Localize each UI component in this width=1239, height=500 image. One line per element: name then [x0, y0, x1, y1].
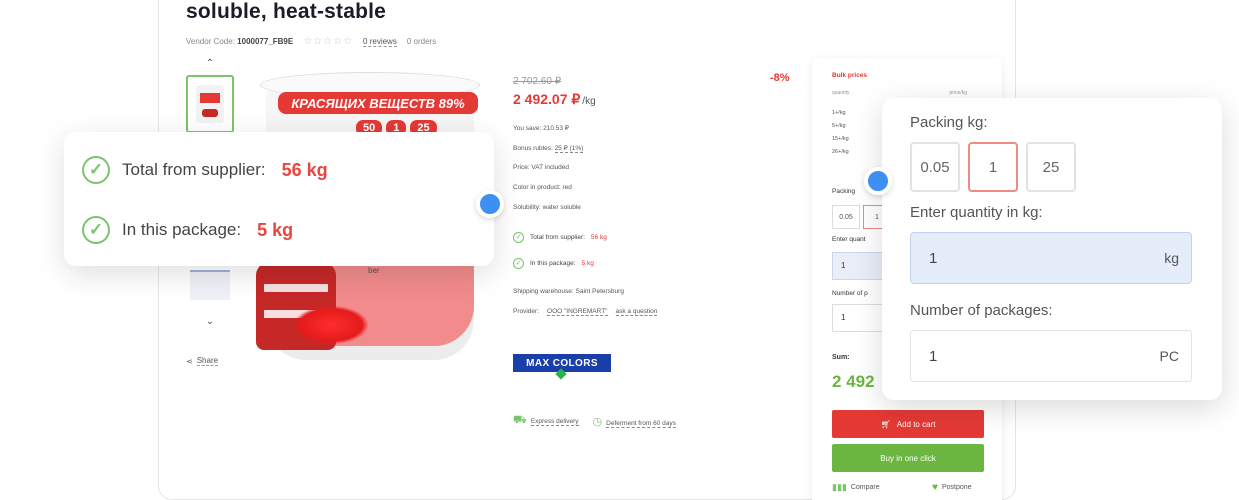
reviews-link[interactable]: 0 reviews — [363, 37, 397, 47]
packing-option-1[interactable]: 1 — [968, 142, 1018, 192]
postpone-button[interactable]: ♥ Postpone — [932, 482, 972, 493]
check-circle-icon: ✓ — [82, 216, 110, 244]
heart-icon: ♥ — [932, 482, 938, 493]
total-supplier-row: ✓ Total from supplier: 56 kg — [513, 232, 607, 243]
shipping-warehouse: Shipping warehouse: Saint Petersburg — [513, 288, 624, 295]
enter-quantity-label-small: Enter quant — [832, 236, 866, 243]
thumbnail-selected[interactable] — [186, 75, 234, 133]
packing-options: 0.05 1 25 — [910, 142, 1076, 192]
bulk-row: 26+/kg — [832, 149, 849, 155]
old-price: 2 702.60 ₽ — [513, 76, 562, 87]
callout-total-row: ✓ Total from supplier: 56 kg — [82, 156, 328, 184]
compare-button[interactable]: ▮▮▮ Compare — [832, 482, 880, 493]
bulk-row: 15+/kg — [832, 136, 849, 142]
packages-input[interactable]: 1 PC — [910, 330, 1192, 382]
delivery-options: ⛟ Express delivery ◷ Deferment from 60 day… — [513, 414, 676, 428]
ask-question-link[interactable]: ask a question — [615, 308, 658, 316]
callout-package-row: ✓ In this package: 5 kg — [82, 216, 293, 244]
quantity-input[interactable]: 1 kg — [910, 232, 1192, 284]
share-label: Share — [196, 356, 219, 366]
share-icon: ⋖ — [186, 356, 193, 366]
provider-link[interactable]: OOO "INGREMART" — [547, 308, 608, 316]
share-button[interactable]: ⋖ Share — [186, 356, 219, 366]
sum-label: Sum: — [832, 354, 850, 361]
buy-one-click-button[interactable]: Buy in one click — [832, 444, 984, 472]
powder-pile — [294, 306, 368, 344]
you-save: You save: 210.53 ₽ — [513, 125, 569, 132]
vendor-code: Vendor Code: 1000077_FB9E — [186, 37, 294, 46]
thumbnail-column: ⌃ — [186, 58, 234, 133]
express-delivery[interactable]: ⛟ Express delivery — [513, 414, 579, 428]
thumbnail-item[interactable] — [190, 270, 230, 300]
product-meta: Vendor Code: 1000077_FB9E ☆☆☆☆☆ 0 review… — [186, 36, 436, 47]
chevron-down-icon[interactable]: ⌄ — [186, 316, 234, 327]
bucket-label: ber — [368, 266, 380, 275]
rating-stars[interactable]: ☆☆☆☆☆ — [303, 36, 353, 47]
packing-option-0-05[interactable]: 0.05 — [910, 142, 960, 192]
sum-value: 2 492 — [832, 372, 875, 391]
quantity-label: Enter quantity in kg: — [910, 204, 1043, 221]
callout-pointer-dot — [864, 167, 892, 195]
check-icon: ✓ — [513, 258, 524, 269]
chevron-up-icon[interactable]: ⌃ — [186, 58, 234, 69]
deferment[interactable]: ◷ Deferment from 60 days — [593, 415, 676, 428]
product-title: soluble, heat-stable — [186, 0, 387, 23]
number-packages-label-small: Number of p — [832, 290, 868, 297]
provider-row: Provider: OOO "INGREMART" ask a question — [513, 308, 658, 316]
bulk-header: quantity price/kg — [832, 90, 968, 96]
solubility-info: Solubility: water soluble — [513, 204, 581, 211]
product-info: You save: 210.53 ₽ Bonus rubles: 25 ₽ (1… — [513, 124, 584, 224]
callout-pointer-dot — [476, 190, 504, 218]
stock-callout: ✓ Total from supplier: 56 kg ✓ In this p… — [64, 132, 494, 266]
bulk-rows: 1+/kg 5+/kg 15+/kg 26+/kg — [832, 110, 849, 162]
compare-icon: ▮▮▮ — [832, 482, 847, 492]
add-to-cart-button[interactable]: 🛒︎ Add to cart — [832, 410, 984, 438]
bulk-row: 5+/kg — [832, 123, 846, 129]
bulk-prices-title: Bulk prices — [832, 72, 868, 79]
packing-option[interactable]: 0.05 — [832, 205, 860, 229]
bonus-rubles: Bonus rubles: 25 ₽ (1%) — [513, 145, 584, 153]
screen: soluble, heat-stable Vendor Code: 100007… — [0, 0, 1239, 500]
packing-label-small: Packing — [832, 188, 856, 195]
check-icon: ✓ — [513, 232, 524, 243]
clock-icon: ◷ — [592, 415, 603, 428]
packing-option-25[interactable]: 25 — [1026, 142, 1076, 192]
price-vat: Price: VAT included — [513, 164, 569, 171]
truck-icon: ⛟ — [513, 414, 527, 426]
discount-badge: -8% — [770, 72, 790, 84]
check-circle-icon: ✓ — [82, 156, 110, 184]
cart-icon: 🛒︎ — [880, 419, 891, 429]
current-price: 2 492.07 ₽/kg — [513, 91, 596, 107]
orders-count: 0 orders — [406, 37, 437, 46]
bulk-row: 1+/kg — [832, 110, 846, 116]
brand-logo[interactable]: MAX COLORS — [513, 354, 611, 372]
packing-label: Packing kg: — [910, 114, 988, 131]
color-info: Color in product: red — [513, 184, 572, 191]
package-row: ✓ In this package: 5 kg — [513, 258, 594, 269]
order-callout: Packing kg: 0.05 1 25 Enter quantity in … — [882, 98, 1222, 400]
packages-label: Number of packages: — [910, 302, 1053, 319]
product-banner: КРАСЯЩИХ ВЕЩЕСТВ 89% — [278, 92, 478, 114]
